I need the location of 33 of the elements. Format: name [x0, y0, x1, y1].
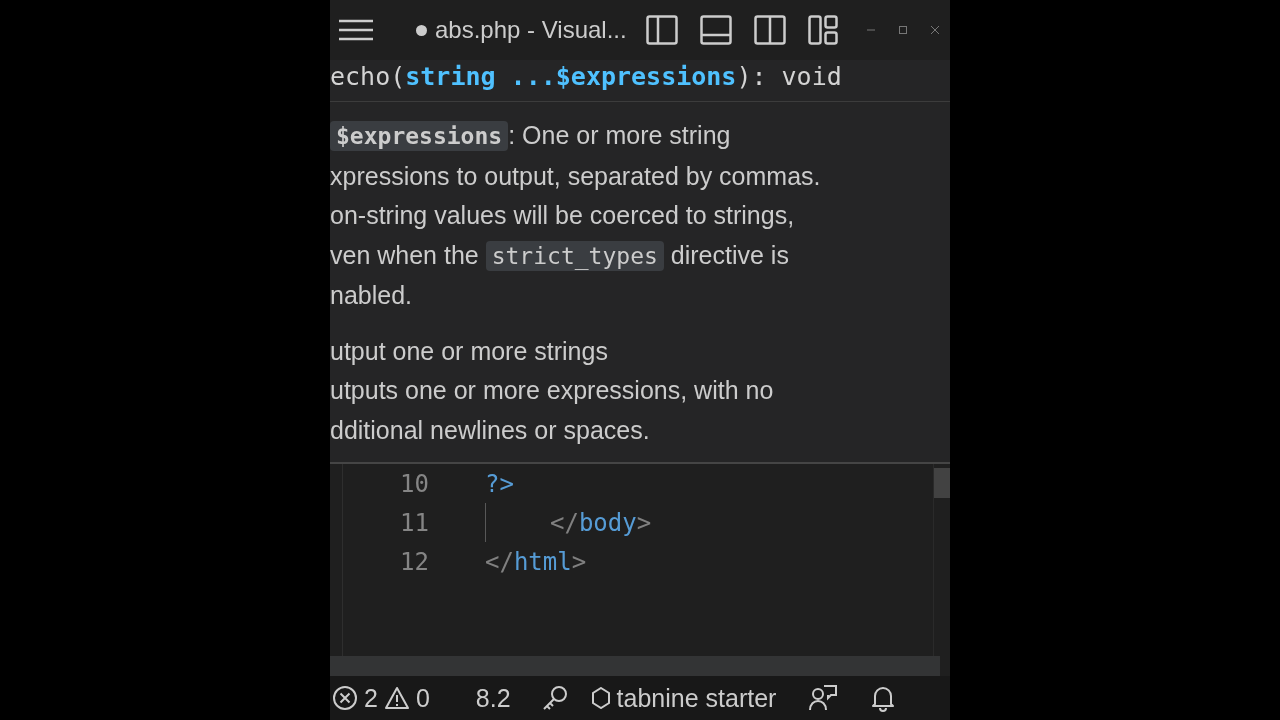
- layout-icon[interactable]: [808, 15, 838, 45]
- problems-indicator[interactable]: 2 0: [332, 683, 430, 713]
- tabnine-status[interactable]: tabnine starter: [590, 683, 777, 713]
- code-line: </html>: [485, 547, 587, 576]
- line-number: 12: [399, 547, 429, 576]
- maximize-icon[interactable]: [898, 25, 908, 35]
- parameter-description: on-string values will be coerced to strings,: [330, 200, 796, 231]
- secondary-sidebar-icon[interactable]: [754, 15, 786, 45]
- line-number: 10: [399, 469, 429, 498]
- function-summary: utputs one or more expressions, with no: [330, 375, 775, 406]
- warning-icon: [383, 686, 410, 710]
- parameter-description: $expressions : One or more string: [330, 116, 950, 157]
- window-title: abs.php - Visual...: [416, 16, 627, 44]
- menu-icon[interactable]: [338, 18, 374, 42]
- hexagon-icon: [590, 687, 611, 709]
- error-icon: [332, 685, 358, 711]
- function-summary: utput one or more strings: [330, 335, 609, 367]
- function-summary: dditional newlines or spaces.: [330, 414, 651, 446]
- close-icon[interactable]: [930, 25, 940, 35]
- parameter-description: ven when the strict_types directive is: [330, 239, 790, 273]
- bell-icon[interactable]: [870, 684, 897, 712]
- code-line: ?>: [485, 469, 514, 498]
- parameter-description: nabled.: [330, 280, 414, 311]
- php-version[interactable]: 8.2: [475, 683, 511, 713]
- primary-sidebar-icon[interactable]: [646, 15, 678, 45]
- horizontal-scrollbar[interactable]: [330, 656, 940, 676]
- scrollbar-thumb[interactable]: [934, 468, 950, 498]
- feedback-icon[interactable]: [808, 684, 839, 712]
- line-number: 11: [399, 508, 429, 537]
- code-line: </body>: [550, 508, 652, 537]
- parameter-description: xpressions to output, separated by commas.: [330, 160, 822, 192]
- function-signature: echo(string ...$expressions): void: [330, 60, 950, 102]
- panel-icon[interactable]: [700, 15, 732, 45]
